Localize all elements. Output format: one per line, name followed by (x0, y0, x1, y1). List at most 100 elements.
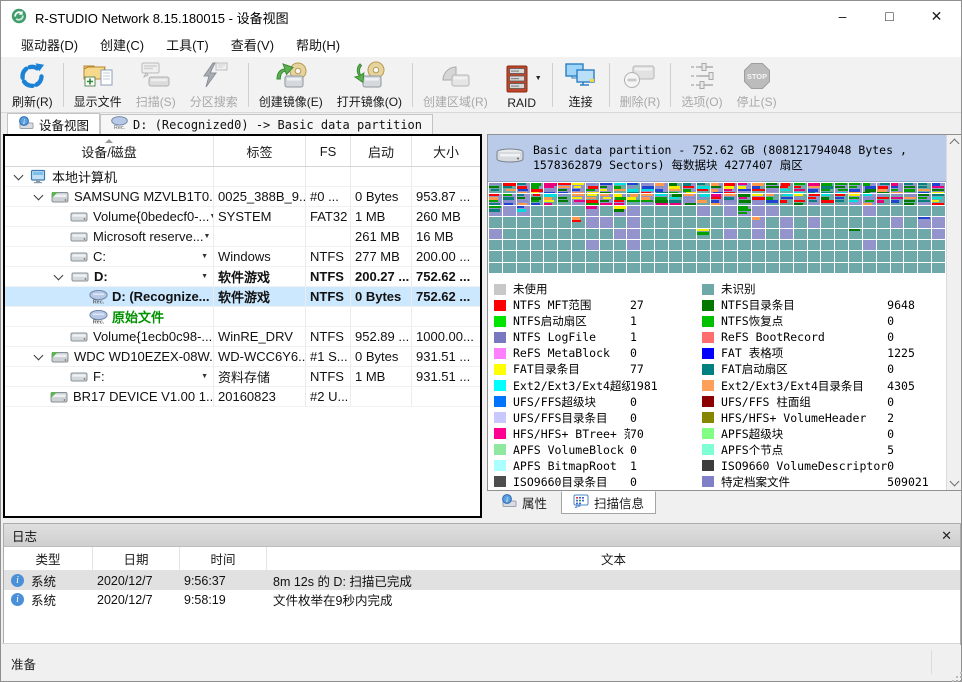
toolbar-button-refresh[interactable]: 刷新(R) (5, 58, 60, 112)
log-row[interactable]: i系统2020/12/79:58:19文件枚举在9秒内完成 (4, 590, 960, 609)
toolbar-button-open-image[interactable]: 打开镜像(O) (330, 58, 409, 112)
scan-block (697, 240, 710, 250)
scan-block (724, 251, 737, 261)
device-name: SAMSUNG MZVLB1T0... (74, 189, 214, 204)
menu-tools[interactable]: 工具(T) (155, 35, 220, 54)
tab-scan-information[interactable]: 扫描信息 (561, 491, 656, 514)
expander-chevron-icon[interactable] (54, 270, 64, 280)
device-row[interactable]: BR17 DEVICE V1.00 1....20160823#2 U... (5, 387, 480, 407)
log-column-text[interactable]: 文本 (267, 547, 960, 570)
minimize-button[interactable]: – (819, 1, 866, 31)
scan-block-stripe (586, 183, 595, 185)
column-header-label[interactable]: 标签 (214, 136, 306, 166)
legend-label: UFS/FFS超级块 (513, 394, 630, 410)
log-column-date[interactable]: 日期 (93, 547, 180, 570)
column-header-device[interactable]: 设备/磁盘 (5, 136, 214, 166)
scan-block (627, 229, 640, 239)
device-row[interactable]: Volume{0bedecf0-...▼SYSTEMFAT321 MB260 M… (5, 207, 480, 227)
log-row[interactable]: i系统2020/12/79:56:378m 12s 的 D: 扫描已完成 (4, 571, 960, 590)
log-time-cell: 9:58:19 (180, 590, 267, 609)
legend-swatch (702, 380, 714, 391)
toolbar-button-options[interactable]: 选项(O) (674, 58, 729, 112)
toolbar-button-scan[interactable]: 扫描(S) (129, 58, 183, 112)
maximize-button[interactable]: □ (866, 1, 913, 31)
scan-block-stripe (641, 200, 653, 202)
menu-drive[interactable]: 驱动器(D) (10, 35, 89, 54)
device-row[interactable]: Microsoft reserve...▼261 MB16 MB (5, 227, 480, 247)
column-header-start[interactable]: 启动 (351, 136, 412, 166)
device-name-cell: BR17 DEVICE V1.00 1.... (5, 387, 214, 406)
expander-chevron-icon[interactable] (34, 190, 44, 200)
expander-chevron-icon[interactable] (14, 170, 24, 180)
column-header-fs[interactable]: FS (306, 136, 351, 166)
device-row[interactable]: D:▼软件游戏NTFS200.27 ...752.62 ... (5, 267, 480, 287)
log-column-type[interactable]: 类型 (4, 547, 93, 570)
device-row[interactable]: C:▼WindowsNTFS277 MB200.00 ... (5, 247, 480, 267)
device-row[interactable]: SAMSUNG MZVLB1T0...0025_388B_9...#0 ...0… (5, 187, 480, 207)
menu-view[interactable]: 查看(V) (220, 35, 285, 54)
column-header-size[interactable]: 大小 (412, 136, 480, 166)
toolbar-button-create-region[interactable]: 创建区域(R) (416, 58, 495, 112)
scan-block (835, 206, 848, 216)
scan-block (780, 217, 793, 227)
device-row[interactable]: Rec.原始文件 (5, 307, 480, 327)
row-dropdown-arrow-icon[interactable]: ▼ (204, 233, 212, 240)
row-dropdown-arrow-icon[interactable]: ▼ (201, 253, 209, 260)
scan-block-stripe (932, 203, 944, 204)
legend-label: ReFS BootRecord (721, 330, 887, 344)
scan-scrollbar[interactable] (946, 135, 961, 490)
toolbar-button-label: 显示文件 (74, 93, 122, 110)
row-dropdown-arrow-icon[interactable]: ▼ (201, 273, 209, 280)
menu-create[interactable]: 创建(C) (89, 35, 155, 54)
toolbar-button-partition-search[interactable]: 分区搜索 (183, 58, 245, 112)
svg-text:Rec.: Rec. (93, 319, 105, 324)
legend-swatch (494, 300, 506, 311)
device-row[interactable]: Volume{1ecb0c98-...▼WinRE_DRVNTFS952.89 … (5, 327, 480, 347)
resize-grip[interactable] (952, 672, 954, 674)
toolbar-button-raid[interactable]: ▼RAID (495, 58, 549, 112)
scroll-down-icon[interactable] (950, 477, 960, 487)
toolbar-button-show-files[interactable]: 显示文件 (67, 58, 129, 112)
tab-recognized-partition[interactable]: Rec. D: (Recognized0) -> Basic data part… (100, 114, 433, 134)
scan-block (877, 240, 890, 250)
scan-block (932, 183, 945, 193)
device-row[interactable]: F:▼资料存储NTFS1 MB931.51 ... (5, 367, 480, 387)
toolbar-button-stop[interactable]: STOP停止(S) (730, 58, 784, 112)
scan-block-stripe (918, 197, 926, 199)
scan-block-stripe (849, 183, 860, 185)
scan-block-stripe (835, 197, 843, 199)
device-row[interactable]: Rec.D: (Recognize...软件游戏NTFS0 Bytes752.6… (5, 287, 480, 307)
log-close-icon[interactable]: ✕ (941, 529, 952, 542)
toolbar-button-create-image[interactable]: 创建镜像(E) (252, 58, 330, 112)
tab-device-view[interactable]: i 设备视图 (7, 113, 100, 134)
tab-properties[interactable]: i 属性 (490, 491, 558, 514)
scan-block (641, 194, 654, 204)
device-row[interactable]: 本地计算机 (5, 167, 480, 187)
scan-block (627, 194, 640, 204)
svg-text:Rec.: Rec. (93, 299, 105, 304)
legend-label: NTFS目录条目 (721, 297, 887, 313)
scan-block-stripe (755, 203, 764, 204)
scan-block (932, 217, 945, 227)
scan-block (586, 217, 599, 227)
scroll-up-icon[interactable] (950, 139, 960, 149)
close-button[interactable]: ✕ (913, 1, 960, 31)
scan-block (738, 263, 751, 273)
scan-block-stripe (697, 200, 708, 203)
expander-chevron-icon[interactable] (34, 350, 44, 360)
scan-block (544, 206, 557, 216)
scan-block (932, 194, 945, 204)
menu-help[interactable]: 帮助(H) (285, 35, 351, 54)
toolbar-button-delete[interactable]: 删除(R) (613, 58, 668, 112)
scan-block (489, 263, 502, 273)
toolbar-button-connect[interactable]: 连接 (556, 58, 606, 112)
row-dropdown-arrow-icon[interactable]: ▼ (201, 373, 209, 380)
scan-block-stripe (766, 183, 777, 185)
scan-block (544, 240, 557, 250)
device-row[interactable]: WDC WD10EZEX-08W...WD-WCC6Y6...#1 S...0 … (5, 347, 480, 367)
log-column-time[interactable]: 时间 (180, 547, 267, 570)
toolbar-button-label: 刷新(R) (12, 93, 53, 110)
device-name-cell: 本地计算机 (5, 167, 214, 186)
raid-dropdown-arrow-icon[interactable]: ▼ (535, 75, 542, 82)
device-name: BR17 DEVICE V1.00 1.... (73, 389, 214, 404)
